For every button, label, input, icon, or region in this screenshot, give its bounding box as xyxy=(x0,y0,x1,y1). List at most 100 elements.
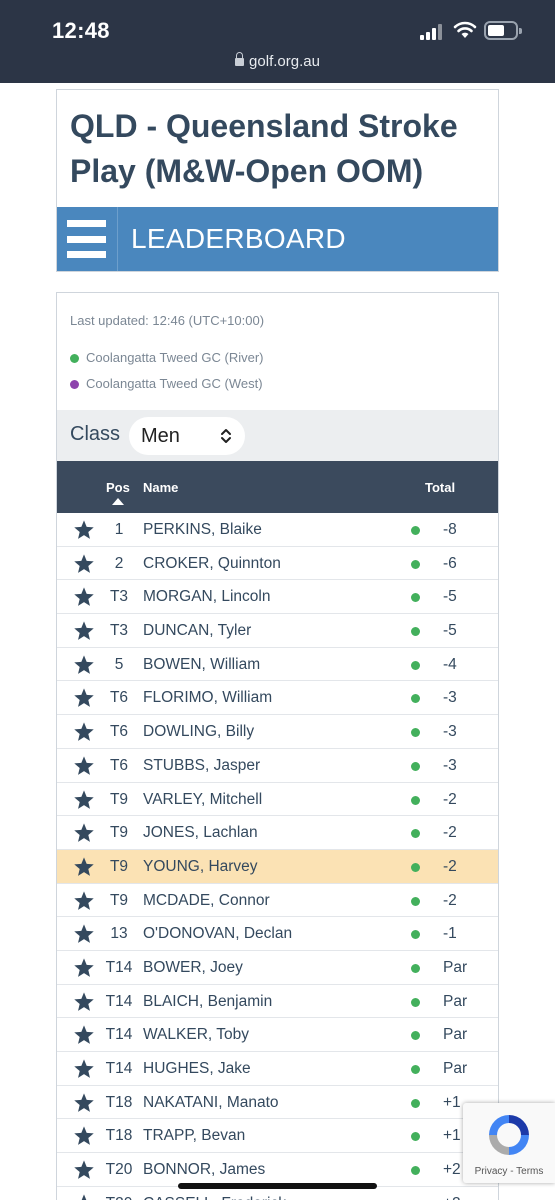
pos-column-header[interactable]: Pos xyxy=(106,480,130,495)
table-row[interactable]: T14 BOWER, Joey Par xyxy=(57,951,498,985)
player-name-cell[interactable]: O'DONOVAN, Declan xyxy=(143,925,292,943)
position-cell: T14 xyxy=(105,958,133,976)
player-name-cell[interactable]: FLORIMO, William xyxy=(143,689,272,707)
total-score-cell: -2 xyxy=(443,790,457,808)
favourite-star-icon[interactable] xyxy=(73,856,95,878)
table-row[interactable]: T20 BONNOR, James +2 xyxy=(57,1153,498,1187)
player-name-cell[interactable]: BOWER, Joey xyxy=(143,959,243,977)
table-row[interactable]: T14 WALKER, Toby Par xyxy=(57,1018,498,1052)
table-row[interactable]: T18 NAKATANI, Manato +1 xyxy=(57,1086,498,1120)
player-name-cell[interactable]: PERKINS, Blaike xyxy=(143,521,262,539)
favourite-star-icon[interactable] xyxy=(73,553,95,575)
favourite-star-icon[interactable] xyxy=(73,789,95,811)
player-name-cell[interactable]: CASSELL, Frederick xyxy=(143,1195,286,1200)
player-name-cell[interactable]: DOWLING, Billy xyxy=(143,723,254,741)
leaderboard-rows: 1 PERKINS, Blaike -8 2 CROKER, Quinnton -6 T3 M… xyxy=(57,513,498,1200)
total-score-cell: -8 xyxy=(443,521,457,538)
table-row[interactable]: T6 FLORIMO, William -3 xyxy=(57,681,498,716)
player-name-cell[interactable]: CROKER, Quinnton xyxy=(143,555,281,573)
total-score-cell: -5 xyxy=(443,622,457,640)
position-cell: T14 xyxy=(105,992,133,1010)
course-status-dot-icon xyxy=(411,1031,420,1041)
hamburger-menu-icon[interactable] xyxy=(57,207,118,271)
table-row[interactable]: T9 JONES, Lachlan -2 xyxy=(57,816,498,850)
last-updated: Last updated: 12:46 (UTC+10:00) xyxy=(70,313,265,328)
table-row[interactable]: 1 PERKINS, Blaike -8 xyxy=(57,513,498,547)
favourite-star-icon[interactable] xyxy=(73,1159,95,1181)
position-cell: T9 xyxy=(109,891,129,909)
address-bar[interactable]: golf.org.au xyxy=(0,52,555,70)
player-name-cell[interactable]: BLAICH, Benjamin xyxy=(143,993,272,1011)
favourite-star-icon[interactable] xyxy=(73,687,95,709)
favourite-star-icon[interactable] xyxy=(73,890,95,912)
total-score-cell: -5 xyxy=(443,588,457,606)
player-name-cell[interactable]: STUBBS, Jasper xyxy=(143,757,260,775)
favourite-star-icon[interactable] xyxy=(73,923,95,945)
favourite-star-icon[interactable] xyxy=(73,519,95,541)
table-row[interactable]: T14 BLAICH, Benjamin Par xyxy=(57,985,498,1019)
table-row[interactable]: T3 MORGAN, Lincoln -5 xyxy=(57,580,498,615)
player-name-cell[interactable]: VARLEY, Mitchell xyxy=(143,791,262,809)
table-row[interactable]: T9 YOUNG, Harvey -2 xyxy=(57,849,498,884)
position-cell: T3 xyxy=(109,622,129,640)
player-name-cell[interactable]: BONNOR, James xyxy=(143,1161,265,1179)
recaptcha-badge[interactable]: Privacy - Terms xyxy=(463,1103,555,1183)
table-row[interactable]: T18 TRAPP, Bevan +1 xyxy=(57,1119,498,1154)
favourite-star-icon[interactable] xyxy=(73,1193,95,1200)
table-row[interactable]: 5 BOWEN, William -4 xyxy=(57,648,498,682)
url-text: golf.org.au xyxy=(249,53,320,70)
table-row[interactable]: T14 HUGHES, Jake Par xyxy=(57,1052,498,1086)
course-status-dot-icon xyxy=(411,963,420,973)
table-row[interactable]: 13 O'DONOVAN, Declan -1 xyxy=(57,917,498,951)
favourite-star-icon[interactable] xyxy=(73,957,95,979)
player-name-cell[interactable]: WALKER, Toby xyxy=(143,1026,249,1044)
favourite-star-icon[interactable] xyxy=(73,822,95,844)
position-cell: T18 xyxy=(105,1127,133,1145)
favourite-star-icon[interactable] xyxy=(73,586,95,608)
course-status-dot-icon xyxy=(411,694,420,704)
position-cell: T9 xyxy=(109,790,129,808)
favourite-star-icon[interactable] xyxy=(73,755,95,777)
recaptcha-links[interactable]: Privacy - Terms xyxy=(463,1166,555,1177)
course-status-dot-icon xyxy=(411,660,420,670)
favourite-star-icon[interactable] xyxy=(73,654,95,676)
player-name-cell[interactable]: DUNCAN, Tyler xyxy=(143,622,251,640)
favourite-star-icon[interactable] xyxy=(73,721,95,743)
player-name-cell[interactable]: NAKATANI, Manato xyxy=(143,1094,279,1112)
name-column-header: Name xyxy=(143,480,179,495)
course-status-dot-icon xyxy=(411,761,420,771)
sort-ascending-icon xyxy=(112,498,124,505)
course-dot-icon xyxy=(70,380,79,389)
table-row[interactable]: T6 STUBBS, Jasper -3 xyxy=(57,749,498,783)
favourite-star-icon[interactable] xyxy=(73,1092,95,1114)
player-name-cell[interactable]: YOUNG, Harvey xyxy=(143,858,258,876)
favourite-star-icon[interactable] xyxy=(73,1058,95,1080)
course-status-dot-icon xyxy=(411,1098,420,1108)
status-time: 12:48 xyxy=(52,18,110,43)
course-status-dot-icon xyxy=(411,862,420,872)
course-status-dot-icon xyxy=(411,526,420,535)
player-name-cell[interactable]: MORGAN, Lincoln xyxy=(143,588,270,606)
player-name-cell[interactable]: JONES, Lachlan xyxy=(143,824,258,842)
player-name-cell[interactable]: BOWEN, William xyxy=(143,656,260,674)
position-cell: T14 xyxy=(105,1060,133,1077)
course-legend-item: Coolangatta Tweed GC (West) xyxy=(70,376,263,391)
class-filter-bar: Class Men xyxy=(57,410,498,461)
table-row[interactable]: T3 DUNCAN, Tyler -5 xyxy=(57,614,498,648)
class-select[interactable]: Men xyxy=(129,417,245,455)
table-row[interactable]: 2 CROKER, Quinnton -6 xyxy=(57,547,498,581)
favourite-star-icon[interactable] xyxy=(73,1125,95,1147)
player-name-cell[interactable]: HUGHES, Jake xyxy=(143,1060,251,1078)
favourite-star-icon[interactable] xyxy=(73,620,95,642)
player-name-cell[interactable]: TRAPP, Bevan xyxy=(143,1127,245,1145)
position-cell: T3 xyxy=(109,588,129,606)
favourite-star-icon[interactable] xyxy=(73,1024,95,1046)
table-header: Pos Name Total xyxy=(57,461,498,513)
total-score-cell: -4 xyxy=(443,655,457,673)
table-row[interactable]: T9 MCDADE, Connor -2 xyxy=(57,884,498,918)
table-row[interactable]: T6 DOWLING, Billy -3 xyxy=(57,715,498,749)
table-row[interactable]: T9 VARLEY, Mitchell -2 xyxy=(57,783,498,817)
browser-top-bar: 12:48 golf.org.au xyxy=(0,0,555,83)
player-name-cell[interactable]: MCDADE, Connor xyxy=(143,892,270,910)
favourite-star-icon[interactable] xyxy=(73,991,95,1013)
